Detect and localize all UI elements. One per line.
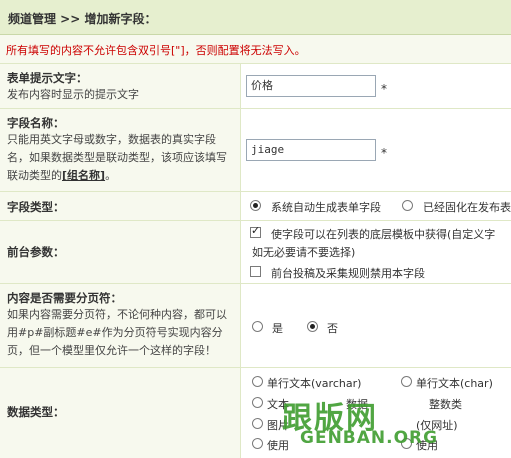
- paging-yes-radio[interactable]: [252, 321, 263, 332]
- required-mark: *: [381, 146, 387, 160]
- list-template-note: 如无必要请不要选择): [252, 246, 356, 259]
- type-char-label: 单行文本(char): [416, 377, 493, 390]
- field-type-auto-label: 系统自动生成表单字段: [271, 201, 381, 214]
- paging-title: 内容是否需要分页符：: [7, 291, 122, 305]
- data-type-title: 数据类型：: [7, 405, 65, 419]
- field-type-auto-radio[interactable]: [250, 200, 261, 211]
- form-label-input[interactable]: 价格: [246, 75, 376, 97]
- row-label-cell: 字段名称： 只能用英文字母或数字，数据表的真实字段名，如果数据类型是联动类型，该…: [0, 109, 241, 191]
- row-field-name: 字段名称： 只能用英文字母或数字，数据表的真实字段名，如果数据类型是联动类型，该…: [0, 109, 511, 192]
- breadcrumb: 频道管理 >> 增加新字段：: [8, 12, 157, 26]
- type-use1-radio[interactable]: [252, 438, 263, 449]
- row-input-cell: 系统自动生成表单字段 已经固化在发布表: [241, 192, 511, 220]
- field-name-desc-end: 。: [105, 169, 117, 182]
- disable-submit-checkbox[interactable]: [250, 266, 261, 277]
- frontend-title: 前台参数：: [7, 245, 65, 259]
- list-template-label: 使字段可以在列表的底层模板中获得(自定义字: [271, 228, 496, 241]
- field-name-title: 字段名称：: [7, 116, 65, 130]
- type-int-label: 整数类: [429, 398, 462, 411]
- watermark-logo-en: GENBAN.ORG: [300, 428, 439, 448]
- field-type-fixed-label: 已经固化在发布表: [423, 201, 511, 214]
- paging-no-label: 否: [327, 322, 338, 335]
- type-varchar-radio[interactable]: [252, 376, 263, 387]
- row-label-cell: 前台参数：: [0, 221, 241, 283]
- field-name-input[interactable]: jiage: [246, 139, 376, 161]
- field-name-desc: 只能用英文字母或数字，数据表的真实字段名，如果数据类型是联动类型，该项应该填写联…: [7, 131, 234, 185]
- form-label-desc: 发布内容时显示的提示文字: [7, 88, 139, 101]
- notice-bar: 所有填写的内容不允许包含双引号["]，否则配置将无法写入。: [0, 35, 511, 64]
- field-type-fixed-radio[interactable]: [402, 200, 413, 211]
- row-label-cell: 表单提示文字： 发布内容时显示的提示文字: [0, 64, 241, 108]
- row-form-label: 表单提示文字： 发布内容时显示的提示文字 价格 *: [0, 64, 511, 109]
- disable-submit-label: 前台投稿及采集规则禁用本字段: [271, 267, 425, 280]
- type-char-radio[interactable]: [401, 376, 412, 387]
- required-mark: *: [381, 82, 387, 96]
- notice-text: 所有填写的内容不允许包含双引号["]，否则配置将无法写入。: [6, 44, 306, 57]
- paging-desc: 如果内容需要分页符，不论何种内容，都可以用#p#副标题#e#作为分页符号实现内容…: [7, 308, 227, 357]
- type-use1-label: 使用: [267, 439, 289, 452]
- type-text-radio[interactable]: [252, 397, 263, 408]
- field-name-desc-text: 只能用英文字母或数字，数据表的真实字段名，如果数据类型是联动类型，该项应该填写联…: [7, 133, 227, 182]
- row-label-cell: 内容是否需要分页符： 如果内容需要分页符，不论何种内容，都可以用#p#副标题#e…: [0, 284, 241, 367]
- row-input-cell: 价格 *: [241, 64, 511, 108]
- row-input-cell: 使字段可以在列表的底层模板中获得(自定义字 如无必要请不要选择) 前台投稿及采集…: [241, 221, 511, 283]
- field-type-title: 字段类型：: [7, 200, 65, 214]
- row-paging: 内容是否需要分页符： 如果内容需要分页符，不论何种内容，都可以用#p#副标题#e…: [0, 284, 511, 368]
- type-varchar-label: 单行文本(varchar): [267, 377, 362, 390]
- title-bar: 频道管理 >> 增加新字段：: [0, 0, 511, 35]
- row-field-type: 字段类型： 系统自动生成表单字段 已经固化在发布表: [0, 192, 511, 221]
- paging-yes-label: 是: [272, 322, 283, 335]
- type-image-radio[interactable]: [252, 418, 263, 429]
- form-label-title: 表单提示文字：: [7, 71, 88, 85]
- row-input-cell: jiage *: [241, 109, 511, 191]
- paging-no-radio[interactable]: [307, 321, 318, 332]
- row-label-cell: 数据类型：: [0, 368, 241, 458]
- group-name-link[interactable]: [组名称]: [62, 169, 105, 182]
- row-input-cell: 是 否: [241, 284, 511, 367]
- row-label-cell: 字段类型：: [0, 192, 241, 220]
- list-template-checkbox[interactable]: [250, 224, 261, 238]
- row-frontend: 前台参数： 使字段可以在列表的底层模板中获得(自定义字 如无必要请不要选择) 前…: [0, 221, 511, 284]
